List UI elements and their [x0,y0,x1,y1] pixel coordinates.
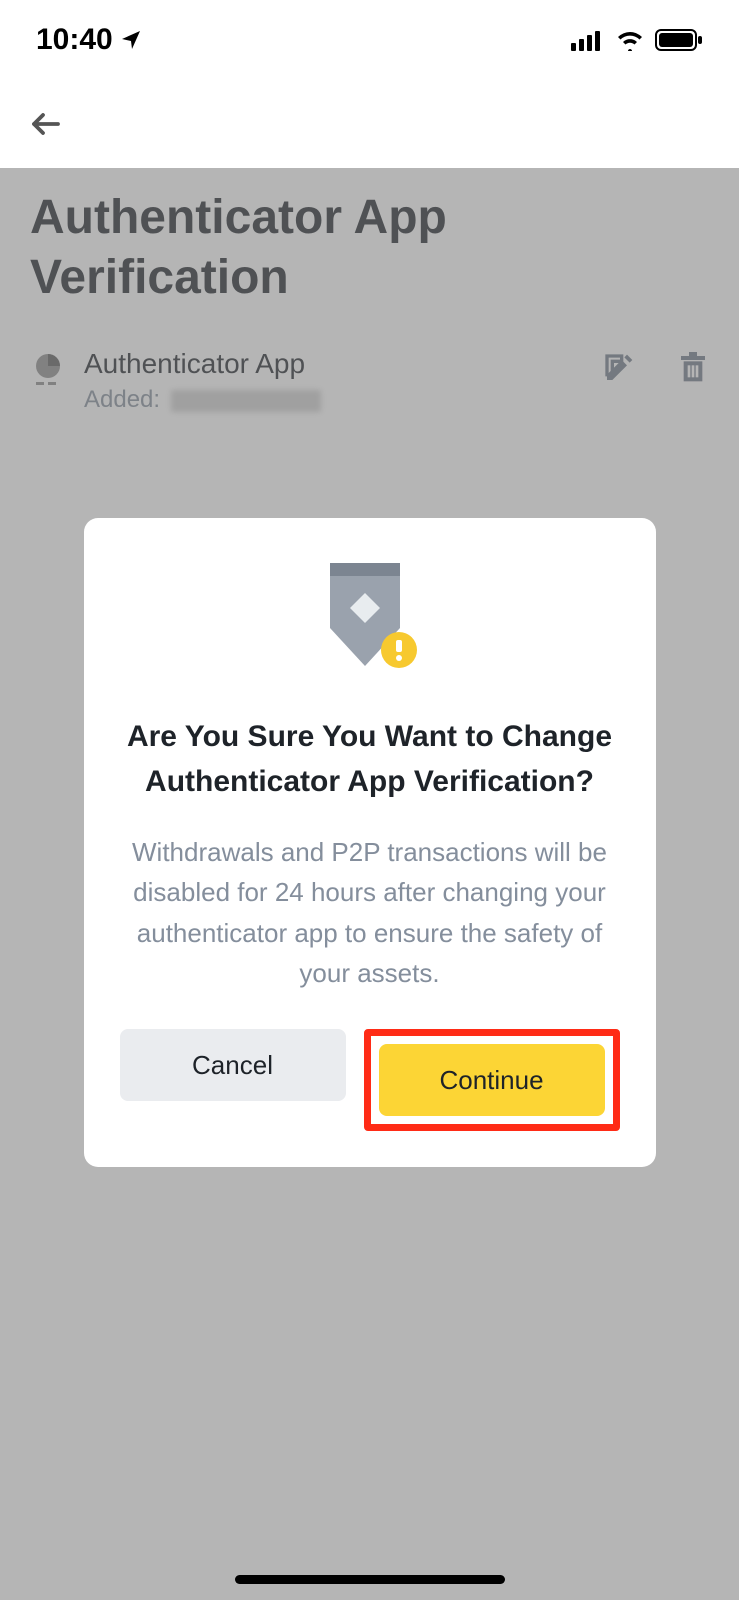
dialog-title: Are You Sure You Want to Change Authenti… [120,714,620,804]
status-icons [571,29,703,51]
continue-button[interactable]: Continue [379,1044,605,1116]
continue-highlight: Continue [364,1029,620,1131]
cancel-button[interactable]: Cancel [120,1029,346,1101]
wifi-icon [615,29,645,51]
modal-overlay: Are You Sure You Want to Change Authenti… [0,168,739,1600]
battery-icon [655,29,703,51]
time-text: 10:40 [36,23,113,57]
status-bar: 10:40 [0,0,739,80]
shield-wrap [120,558,620,678]
back-icon[interactable] [28,106,64,142]
signal-icon [571,29,605,51]
dialog-body: Withdrawals and P2P transactions will be… [120,832,620,993]
dialog-buttons: Cancel Continue [120,1029,620,1131]
shield-icon [315,558,425,678]
nav-bar [0,80,739,168]
confirm-dialog: Are You Sure You Want to Change Authenti… [84,518,656,1167]
home-indicator[interactable] [235,1575,505,1584]
location-icon [119,28,143,52]
status-time: 10:40 [36,23,143,57]
